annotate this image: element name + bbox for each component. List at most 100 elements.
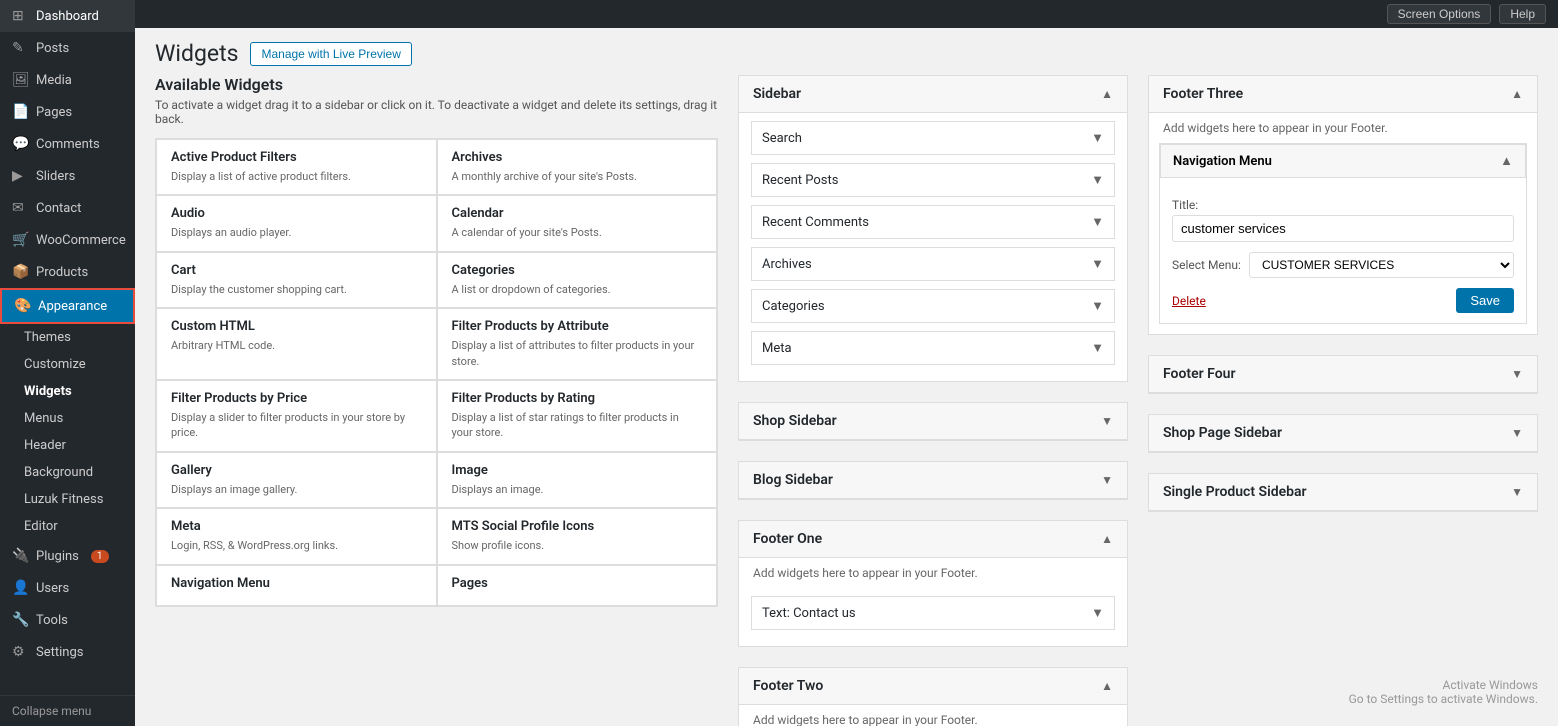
- widget-desc: A list or dropdown of categories.: [452, 282, 703, 297]
- screen-options-button[interactable]: Screen Options: [1387, 4, 1492, 24]
- widget-name: Custom HTML: [171, 319, 422, 334]
- sidebar-area-header[interactable]: Sidebar ▲: [739, 76, 1127, 113]
- sidebar-item-contact[interactable]: ✉ Contact: [0, 192, 135, 224]
- sidebar-item-sliders[interactable]: ▶ Sliders: [0, 160, 135, 192]
- sidebar-item-label: Dashboard: [36, 9, 99, 24]
- widget-desc: Arbitrary HTML code.: [171, 338, 422, 353]
- help-button[interactable]: Help: [1499, 4, 1546, 24]
- sidebar-widget-meta[interactable]: Meta ▼: [751, 331, 1115, 365]
- widget-audio[interactable]: Audio Displays an audio player.: [156, 195, 437, 251]
- collapse-menu-button[interactable]: Collapse menu: [0, 695, 135, 726]
- sidebar-item-customize[interactable]: Customize: [0, 351, 135, 378]
- sidebar-item-appearance[interactable]: 🎨 Appearance: [0, 288, 135, 324]
- sidebar-widget-search[interactable]: Search ▼: [751, 121, 1115, 155]
- sidebar-item-products[interactable]: 📦 Products: [0, 256, 135, 288]
- save-button[interactable]: Save: [1456, 288, 1514, 313]
- sidebar-widget-archives[interactable]: Archives ▼: [751, 247, 1115, 281]
- sidebar-item-header[interactable]: Header: [0, 432, 135, 459]
- widget-desc: Display a list of attributes to filter p…: [452, 338, 703, 369]
- footer-one-title: Footer One: [753, 531, 822, 547]
- widget-gallery[interactable]: Gallery Displays an image gallery.: [156, 452, 437, 508]
- widget-image[interactable]: Image Displays an image.: [437, 452, 718, 508]
- sidebar-widget-recent-comments[interactable]: Recent Comments ▼: [751, 205, 1115, 239]
- widget-custom-html[interactable]: Custom HTML Arbitrary HTML code.: [156, 308, 437, 380]
- manage-live-preview-button[interactable]: Manage with Live Preview: [250, 42, 411, 66]
- footer-one-header[interactable]: Footer One ▲: [739, 521, 1127, 558]
- shop-sidebar-header[interactable]: Shop Sidebar ▼: [739, 403, 1127, 440]
- widget-active-product-filters[interactable]: Active Product Filters Display a list of…: [156, 139, 437, 195]
- comments-icon: 💬: [12, 136, 28, 152]
- widget-calendar[interactable]: Calendar A calendar of your site's Posts…: [437, 195, 718, 251]
- widget-pages[interactable]: Pages: [437, 565, 718, 606]
- shop-sidebar-title: Shop Sidebar: [753, 413, 837, 429]
- sidebar-item-label: Comments: [36, 137, 100, 152]
- footer-two-desc: Add widgets here to appear in your Foote…: [739, 705, 1127, 726]
- shop-page-sidebar-header[interactable]: Shop Page Sidebar ▼: [1149, 415, 1537, 452]
- sidebar-item-widgets[interactable]: Widgets: [0, 378, 135, 405]
- widget-name: Meta: [171, 519, 422, 534]
- select-menu-select[interactable]: CUSTOMER SERVICES: [1249, 252, 1514, 278]
- nav-menu-widget-header[interactable]: Navigation Menu ▲: [1160, 144, 1526, 178]
- widget-archives[interactable]: Archives A monthly archive of your site'…: [437, 139, 718, 195]
- widget-filter-products-price[interactable]: Filter Products by Price Display a slide…: [156, 380, 437, 452]
- sidebar-item-dashboard[interactable]: ⊞ Dashboard: [0, 0, 135, 32]
- sidebar-item-menus[interactable]: Menus: [0, 405, 135, 432]
- media-icon: 🖼: [12, 72, 28, 88]
- widget-name: MTS Social Profile Icons: [452, 519, 703, 534]
- widget-navigation-menu[interactable]: Navigation Menu: [156, 565, 437, 606]
- footer-two-title: Footer Two: [753, 678, 823, 694]
- footer-four-header[interactable]: Footer Four ▼: [1149, 356, 1537, 393]
- sidebar-item-comments[interactable]: 💬 Comments: [0, 128, 135, 160]
- widget-cart[interactable]: Cart Display the customer shopping cart.: [156, 252, 437, 308]
- footer-four-chevron-icon: ▼: [1511, 367, 1523, 381]
- widget-chevron-icon: ▼: [1091, 340, 1104, 356]
- footer-one-widget-text[interactable]: Text: Contact us ▼: [751, 596, 1115, 630]
- widget-sub-name: Archives: [762, 257, 812, 272]
- sidebar-widget-categories[interactable]: Categories ▼: [751, 289, 1115, 323]
- widget-meta[interactable]: Meta Login, RSS, & WordPress.org links.: [156, 508, 437, 564]
- widget-name: Gallery: [171, 463, 422, 478]
- sidebar-item-posts[interactable]: ✎ Posts: [0, 32, 135, 64]
- title-field-input[interactable]: [1172, 215, 1514, 242]
- sidebar-item-pages[interactable]: 📄 Pages: [0, 96, 135, 128]
- delete-link[interactable]: Delete: [1172, 294, 1206, 308]
- footer-three-chevron-icon: ▲: [1511, 87, 1523, 101]
- footer-two-header[interactable]: Footer Two ▲: [739, 668, 1127, 705]
- sidebar-item-users[interactable]: 👤 Users: [0, 572, 135, 604]
- widget-mts-social[interactable]: MTS Social Profile Icons Show profile ic…: [437, 508, 718, 564]
- sidebar-item-editor[interactable]: Editor: [0, 513, 135, 540]
- page-title: Widgets: [155, 40, 238, 67]
- appearance-icon: 🎨: [14, 298, 30, 314]
- sidebar-item-woocommerce[interactable]: 🛒 WooCommerce: [0, 224, 135, 256]
- sidebar-item-label: Posts: [36, 41, 69, 56]
- footer-one-desc: Add widgets here to appear in your Foote…: [739, 558, 1127, 588]
- footer-three-header[interactable]: Footer Three ▲: [1149, 76, 1537, 113]
- widget-filter-products-attribute[interactable]: Filter Products by Attribute Display a l…: [437, 308, 718, 380]
- widget-sub-name: Text: Contact us: [762, 606, 856, 621]
- widget-chevron-icon: ▼: [1091, 298, 1104, 314]
- widget-name: Filter Products by Rating: [452, 391, 703, 406]
- available-widgets-desc: To activate a widget drag it to a sideba…: [155, 98, 718, 126]
- shop-sidebar-panel: Shop Sidebar ▼: [738, 402, 1128, 441]
- footer-two-panel: Footer Two ▲ Add widgets here to appear …: [738, 667, 1128, 726]
- sidebar-item-tools[interactable]: 🔧 Tools: [0, 604, 135, 636]
- blog-sidebar-header[interactable]: Blog Sidebar ▼: [739, 462, 1127, 499]
- widget-categories[interactable]: Categories A list or dropdown of categor…: [437, 252, 718, 308]
- sidebar-item-background[interactable]: Background: [0, 459, 135, 486]
- footer-four-panel: Footer Four ▼: [1148, 355, 1538, 394]
- sidebar-area-title: Sidebar: [753, 86, 801, 102]
- sidebar-item-luzuk[interactable]: Luzuk Fitness: [0, 486, 135, 513]
- sidebar-widget-recent-posts[interactable]: Recent Posts ▼: [751, 163, 1115, 197]
- sidebar-item-settings[interactable]: ⚙ Settings: [0, 636, 135, 668]
- widget-filter-products-rating[interactable]: Filter Products by Rating Display a list…: [437, 380, 718, 452]
- sidebar-item-themes[interactable]: Themes: [0, 324, 135, 351]
- plugins-badge: 1: [91, 550, 109, 563]
- widgets-grid: Active Product Filters Display a list of…: [155, 138, 718, 607]
- single-product-sidebar-header[interactable]: Single Product Sidebar ▼: [1149, 474, 1537, 511]
- widget-name: Calendar: [452, 206, 703, 221]
- widget-sub-name: Recent Comments: [762, 215, 869, 230]
- sidebar-item-media[interactable]: 🖼 Media: [0, 64, 135, 96]
- sidebar-item-label: Tools: [36, 613, 68, 628]
- widget-desc: A monthly archive of your site's Posts.: [452, 169, 703, 184]
- sidebar-item-plugins[interactable]: 🔌 Plugins 1: [0, 540, 135, 572]
